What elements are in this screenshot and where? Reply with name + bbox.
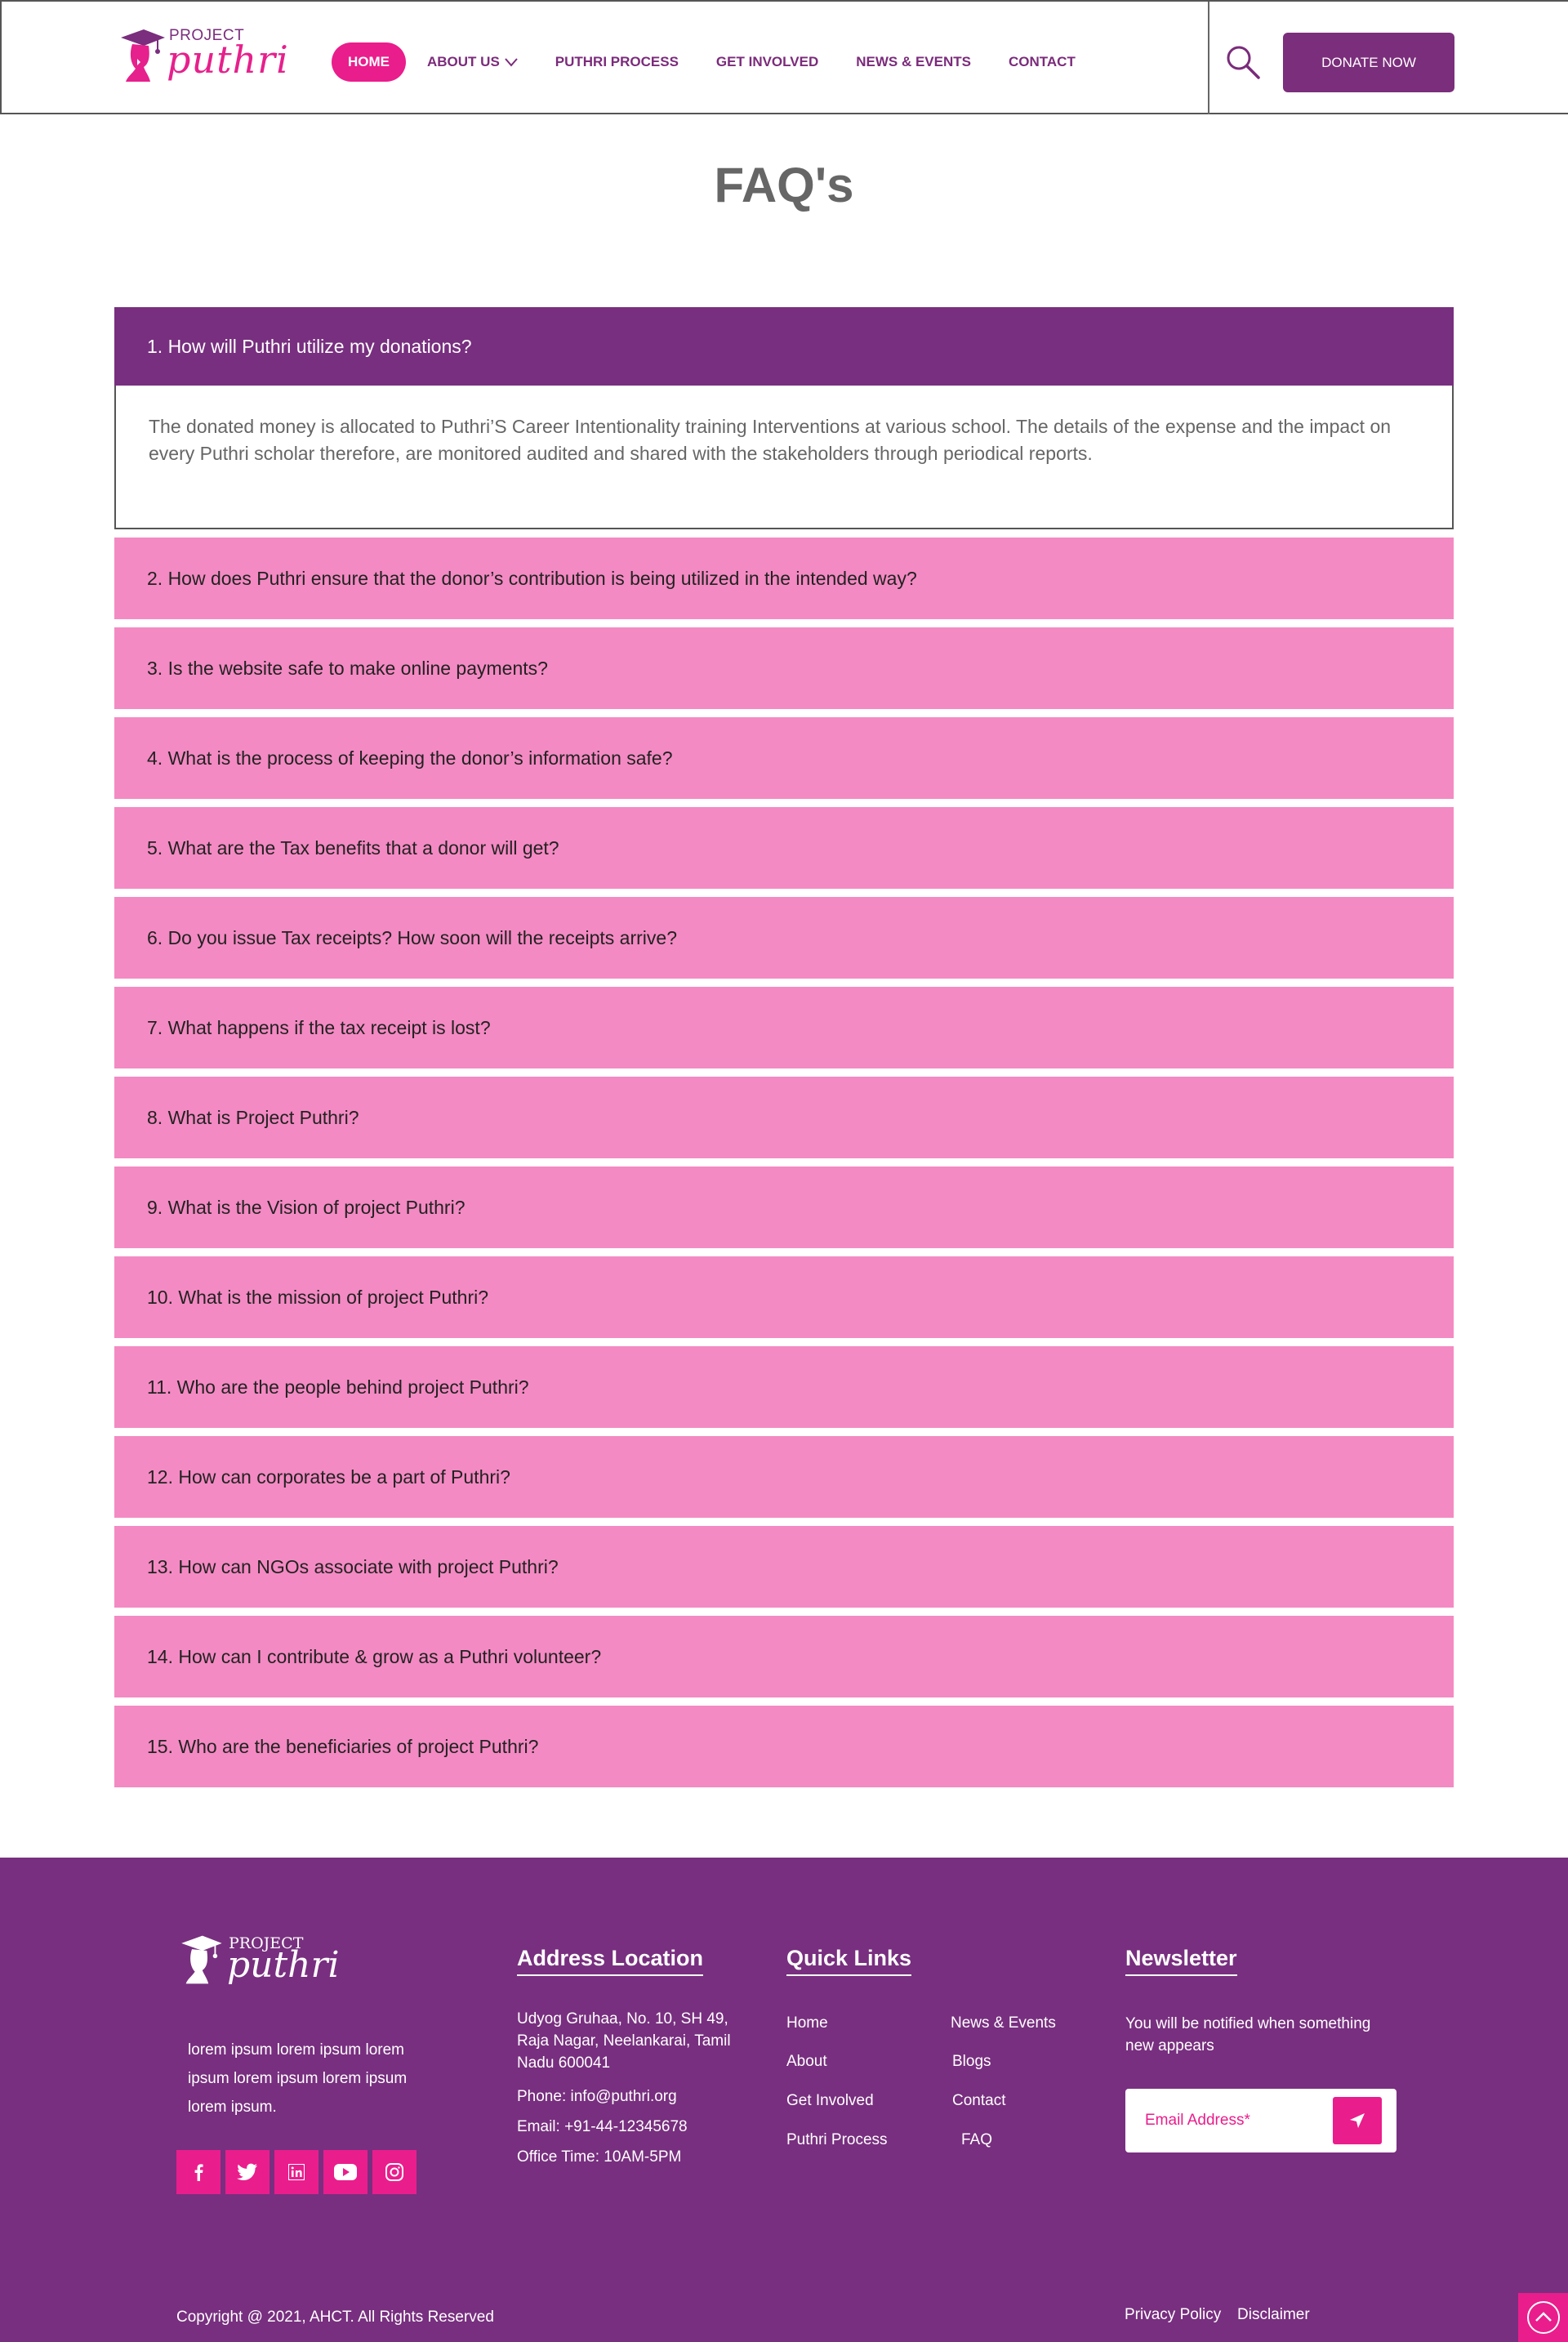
faq-question-text: 9. What is the Vision of project Puthri? (147, 1196, 466, 1218)
privacy-policy-link[interactable]: Privacy Policy (1125, 2306, 1221, 2324)
faq-item[interactable]: 11. Who are the people behind project Pu… (114, 1346, 1454, 1428)
nav-contact[interactable]: CONTACT (1009, 54, 1076, 70)
nav-involved-label: GET INVOLVED (715, 54, 819, 69)
faq-question-text: 7. What happens if the tax receipt is lo… (147, 1016, 491, 1038)
faq-question-text: 14. How can I contribute & grow as a Put… (147, 1645, 602, 1667)
site-footer: PROJECT puthri lorem ipsum lorem ipsum l… (0, 1858, 1568, 2342)
faq-item[interactable]: 4. What is the process of keeping the do… (114, 717, 1454, 799)
nav-puthri-process[interactable]: PUTHRI PROCESS (555, 54, 679, 70)
footer-link-puthri-process[interactable]: Puthri Process (786, 2131, 888, 2149)
project-puthri-logo[interactable]: PROJECT puthri (118, 25, 288, 85)
nav-process-label: PUTHRI PROCESS (555, 54, 679, 69)
faq-question-text: 3. Is the website safe to make online pa… (147, 657, 548, 679)
disclaimer-link[interactable]: Disclaimer (1237, 2306, 1310, 2324)
faq-answer-text: The donated money is allocated to Puthri… (149, 416, 1392, 464)
faq-item[interactable]: 3. Is the website safe to make online pa… (114, 627, 1454, 709)
scroll-to-top-button[interactable] (1518, 2293, 1568, 2342)
footer-link-faq[interactable]: FAQ (961, 2131, 992, 2149)
facebook-link[interactable] (176, 2150, 220, 2194)
faq-item[interactable]: 8. What is Project Puthri? (114, 1077, 1454, 1158)
footer-link-get-involved[interactable]: Get Involved (786, 2092, 874, 2110)
linkedin-link[interactable] (274, 2150, 318, 2194)
footer-link-about[interactable]: About (786, 2053, 827, 2071)
faq-question-text: 1. How will Puthri utilize my donations? (147, 335, 472, 357)
chevron-up-icon (1526, 2301, 1560, 2334)
nav-about-us[interactable]: ABOUT US (427, 54, 518, 70)
chevron-down-icon (505, 58, 518, 67)
faq-question-text: 8. What is Project Puthri? (147, 1106, 359, 1128)
address-heading: Address Location (517, 1946, 704, 1976)
site-header: PROJECT puthri HOME ABOUT US PUTHRI PROC… (0, 0, 1568, 114)
page-title: FAQ's (714, 158, 854, 212)
footer-link-home[interactable]: Home (786, 2014, 828, 2032)
nav-get-involved[interactable]: GET INVOLVED (716, 54, 818, 70)
graduate-girl-icon (181, 1935, 222, 1984)
search-button[interactable] (1225, 44, 1261, 80)
nav-news-events[interactable]: NEWS & EVENTS (856, 54, 971, 70)
faq-question-open[interactable]: 1. How will Puthri utilize my donations? (114, 307, 1454, 386)
footer-about-text: lorem ipsum lorem ipsum lorem ipsum lore… (188, 2041, 408, 2116)
newsletter-text: You will be notified when something new … (1125, 2015, 1371, 2054)
header-divider (1208, 2, 1209, 114)
faq-answer: The donated money is allocated to Puthri… (114, 386, 1454, 529)
faq-question-text: 11. Who are the people behind project Pu… (147, 1376, 529, 1398)
email-text: Email: +91-44-12345678 (517, 2118, 688, 2135)
instagram-link[interactable] (372, 2150, 416, 2194)
instagram-icon (385, 2163, 403, 2181)
office-time-text: Office Time: 10AM-5PM (517, 2148, 682, 2166)
subscribe-button[interactable] (1333, 2097, 1382, 2144)
social-links (176, 2150, 421, 2194)
faq-item[interactable]: 2. How does Puthri ensure that the donor… (114, 538, 1454, 619)
twitter-icon (237, 2163, 257, 2180)
faq-item[interactable]: 9. What is the Vision of project Puthri? (114, 1167, 1454, 1248)
nav-news-label: NEWS & EVENTS (856, 54, 971, 69)
footer-logo-big-text: puthri (227, 1944, 340, 1986)
facebook-icon (194, 2164, 203, 2181)
nav-home[interactable]: HOME (332, 42, 406, 82)
footer-logo[interactable]: PROJECT puthri (176, 1933, 340, 1990)
linkedin-icon (288, 2164, 305, 2180)
phone-text: Phone: info@puthri.org (517, 2088, 677, 2105)
faq-question-text: 10. What is the mission of project Puthr… (147, 1286, 489, 1308)
footer-link-contact[interactable]: Contact (952, 2092, 1005, 2110)
faq-question-text: 15. Who are the beneficiaries of project… (147, 1735, 539, 1757)
faq-item[interactable]: 13. How can NGOs associate with project … (114, 1526, 1454, 1608)
faq-item[interactable]: 15. Who are the beneficiaries of project… (114, 1706, 1454, 1787)
quick-links-heading: Quick Links (786, 1946, 912, 1976)
youtube-icon (334, 2164, 357, 2180)
copyright-text: Copyright @ 2021, AHCT. All Rights Reser… (176, 2309, 494, 2326)
faq-question-text: 12. How can corporates be a part of Puth… (147, 1465, 510, 1488)
address-text: Udyog Gruhaa, No. 10, SH 49, Raja Nagar,… (517, 2010, 731, 2072)
footer-link-blogs[interactable]: Blogs (952, 2053, 991, 2071)
donate-now-button[interactable]: DONATE NOW (1283, 33, 1454, 92)
nav-about-label: ABOUT US (427, 54, 500, 69)
newsletter-heading: Newsletter (1125, 1946, 1237, 1976)
youtube-link[interactable] (323, 2150, 368, 2194)
main-nav: HOME ABOUT US PUTHRI PROCESS GET INVOLVE… (332, 42, 1113, 82)
graduate-girl-icon (121, 29, 165, 82)
faq-item[interactable]: 7. What happens if the tax receipt is lo… (114, 987, 1454, 1068)
faq-item[interactable]: 5. What are the Tax benefits that a dono… (114, 807, 1454, 889)
faq-question-text: 5. What are the Tax benefits that a dono… (147, 836, 559, 859)
twitter-link[interactable] (225, 2150, 270, 2194)
newsletter-form (1125, 2089, 1396, 2152)
faq-question-text: 2. How does Puthri ensure that the donor… (147, 567, 917, 589)
nav-home-label: HOME (348, 54, 390, 69)
footer-link-news-events[interactable]: News & Events (951, 2014, 1056, 2032)
faq-question-text: 6. Do you issue Tax receipts? How soon w… (147, 926, 677, 948)
send-icon (1350, 2113, 1365, 2128)
nav-contact-label: CONTACT (1008, 54, 1076, 69)
faq-question-text: 13. How can NGOs associate with project … (147, 1555, 559, 1577)
faq-list: 1. How will Puthri utilize my donations?… (114, 307, 1454, 1796)
faq-item[interactable]: 14. How can I contribute & grow as a Put… (114, 1616, 1454, 1697)
faq-item[interactable]: 10. What is the mission of project Puthr… (114, 1256, 1454, 1338)
faq-item[interactable]: 6. Do you issue Tax receipts? How soon w… (114, 897, 1454, 979)
faq-item[interactable]: 12. How can corporates be a part of Puth… (114, 1436, 1454, 1518)
email-field[interactable] (1145, 2107, 1325, 2135)
faq-question-text: 4. What is the process of keeping the do… (147, 747, 673, 769)
logo-big-text: puthri (167, 38, 289, 82)
search-icon (1227, 46, 1260, 79)
